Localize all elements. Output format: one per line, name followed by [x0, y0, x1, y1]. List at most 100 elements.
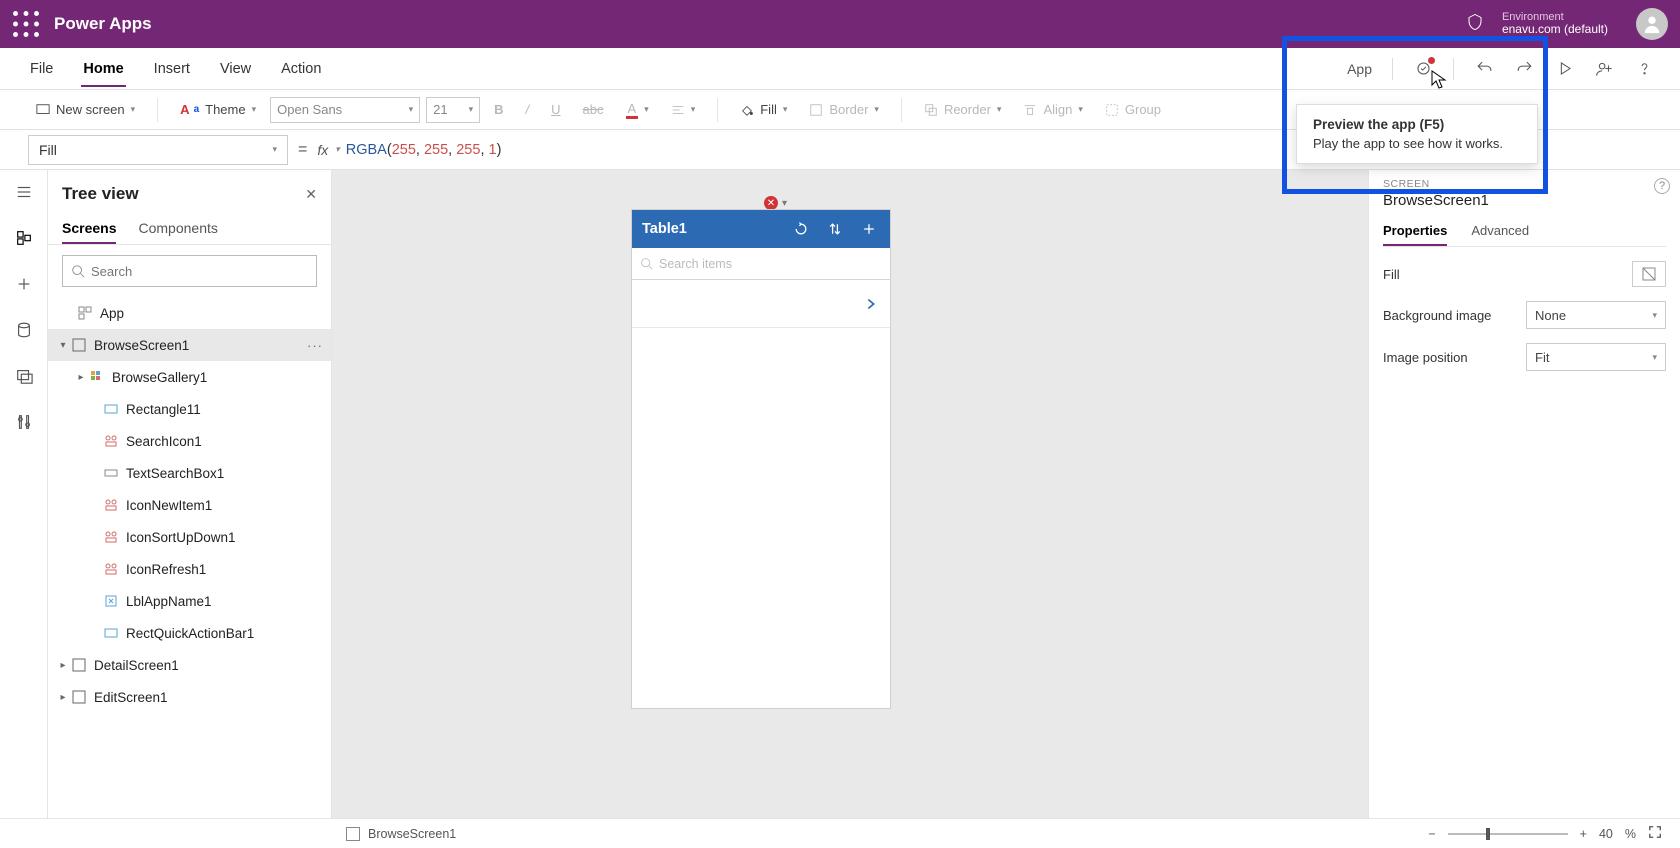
rail-hamburger-icon[interactable] [12, 180, 36, 204]
app-preview-frame[interactable]: Table1 Search items [632, 210, 890, 708]
tree-node-label: RectQuickActionBar1 [126, 626, 254, 641]
tree-node-label: DetailScreen1 [94, 658, 179, 673]
rail-advanced-tools-icon[interactable] [12, 410, 36, 434]
menu-insert[interactable]: Insert [152, 53, 192, 85]
new-screen-button[interactable]: New screen▾ [28, 98, 143, 121]
reorder-button[interactable]: Reorder▾ [916, 98, 1010, 121]
tree-node-editscreen[interactable]: ▸ EditScreen1 [48, 681, 331, 713]
tree-search-field[interactable] [91, 264, 308, 279]
fx-button[interactable]: fx▾ [317, 142, 339, 158]
status-bar: BrowseScreen1 − + 40 % [0, 818, 1680, 848]
strikethrough-button[interactable]: abc [575, 98, 612, 121]
environment-picker[interactable]: Environment enavu.com (default) [1502, 11, 1608, 36]
tree-node-app[interactable]: App [48, 297, 331, 329]
fill-button[interactable]: Fill▾ [732, 98, 795, 121]
more-icon[interactable]: ··· [307, 338, 323, 353]
rail-insert-icon[interactable] [12, 272, 36, 296]
font-family-select[interactable]: Open Sans▾ [270, 97, 420, 123]
menu-file[interactable]: File [28, 53, 55, 85]
gallery-row[interactable] [632, 280, 890, 328]
bold-button[interactable]: B [486, 98, 511, 121]
tree-node[interactable]: IconRefresh1 [48, 553, 331, 585]
chevron-right-icon[interactable]: ▸ [56, 660, 70, 671]
app-launcher-icon[interactable] [12, 10, 40, 38]
chevron-right-icon[interactable]: ▸ [56, 692, 70, 703]
preview-play-icon[interactable] [1546, 51, 1582, 87]
chevron-down-icon[interactable]: ▾ [56, 340, 70, 351]
tab-advanced[interactable]: Advanced [1471, 217, 1529, 246]
tree-search-input[interactable] [62, 255, 317, 287]
environment-icon[interactable] [1466, 13, 1484, 36]
control-icon [102, 562, 120, 576]
menu-action[interactable]: Action [279, 53, 323, 85]
text-align-button[interactable]: ▾ [663, 99, 704, 121]
rail-tree-view-icon[interactable] [12, 226, 36, 250]
tree-node[interactable]: IconSortUpDown1 [48, 521, 331, 553]
tooltip-body: Play the app to see how it works. [1313, 136, 1521, 151]
tree-node[interactable]: Rectangle11 [48, 393, 331, 425]
border-label: Border [829, 102, 868, 117]
rail-data-icon[interactable] [12, 318, 36, 342]
tab-screens[interactable]: Screens [62, 214, 116, 244]
tree-node-detailscreen[interactable]: ▸ DetailScreen1 [48, 649, 331, 681]
screen-thumbnail-icon [346, 827, 360, 841]
chevron-right-icon[interactable]: ▸ [74, 372, 88, 383]
share-icon[interactable] [1586, 51, 1622, 87]
brand-title: Power Apps [54, 14, 152, 34]
gallery-body[interactable] [632, 328, 890, 708]
close-icon[interactable]: ✕ [305, 186, 317, 203]
fit-to-window-icon[interactable] [1648, 825, 1662, 842]
search-icon [640, 257, 653, 270]
fill-color-picker[interactable] [1632, 261, 1666, 287]
help-icon[interactable] [1626, 51, 1662, 87]
separator [717, 98, 718, 122]
app-search-box[interactable]: Search items [632, 248, 890, 280]
group-button[interactable]: Group [1097, 98, 1169, 121]
tree-node-label: EditScreen1 [94, 690, 168, 705]
zoom-slider-thumb[interactable] [1486, 828, 1490, 840]
panel-help-icon[interactable]: ? [1654, 178, 1670, 194]
formula-input[interactable]: RGBA(255, 255, 255, 1) [346, 142, 502, 158]
zoom-slider[interactable] [1448, 833, 1568, 835]
menu-home[interactable]: Home [81, 53, 125, 87]
tree-node[interactable]: IconNewItem1 [48, 489, 331, 521]
tree-node-browsescreen[interactable]: ▾ BrowseScreen1 ··· [48, 329, 331, 361]
rail-media-icon[interactable] [12, 364, 36, 388]
tree-node[interactable]: SearchIcon1 [48, 425, 331, 457]
separator [901, 98, 902, 122]
tab-components[interactable]: Components [138, 214, 217, 244]
canvas-area[interactable]: ✕ ▾ Table1 Search items [332, 170, 1368, 818]
theme-button[interactable]: Aa Theme▾ [172, 98, 264, 121]
redo-icon[interactable] [1506, 51, 1542, 87]
chevron-down-icon[interactable]: ▾ [782, 198, 787, 209]
left-rail [0, 170, 48, 818]
tree-node[interactable]: TextSearchBox1 [48, 457, 331, 489]
add-icon[interactable] [858, 218, 880, 240]
zoom-in-button[interactable]: + [1580, 827, 1587, 841]
italic-button[interactable]: / [518, 98, 538, 121]
rectangle-icon [102, 402, 120, 416]
refresh-icon[interactable] [790, 218, 812, 240]
imgpos-select[interactable]: Fit▾ [1526, 343, 1666, 371]
menu-view[interactable]: View [218, 53, 253, 85]
property-selector[interactable]: Fill▾ [28, 135, 288, 165]
screen-icon [70, 690, 88, 704]
prop-fill-label: Fill [1383, 267, 1400, 282]
font-size-select[interactable]: 21▾ [426, 97, 480, 123]
zoom-out-button[interactable]: − [1428, 827, 1435, 841]
border-button[interactable]: Border▾ [801, 98, 887, 121]
bgimage-select[interactable]: None▾ [1526, 301, 1666, 329]
sort-icon[interactable] [824, 218, 846, 240]
tree-node-browsegallery[interactable]: ▸ BrowseGallery1 [48, 361, 331, 393]
error-indicator[interactable]: ✕ ▾ [764, 196, 787, 210]
tree-node[interactable]: LblAppName1 [48, 585, 331, 617]
undo-icon[interactable] [1466, 51, 1502, 87]
user-avatar[interactable] [1636, 8, 1668, 40]
underline-button[interactable]: U [543, 98, 568, 121]
app-settings-link[interactable]: App [1347, 61, 1372, 77]
font-color-button[interactable]: A▾ [618, 97, 657, 123]
tab-properties[interactable]: Properties [1383, 217, 1447, 246]
tree-node[interactable]: RectQuickActionBar1 [48, 617, 331, 649]
app-header-title: Table1 [642, 221, 778, 237]
align-button[interactable]: Align▾ [1015, 98, 1090, 121]
